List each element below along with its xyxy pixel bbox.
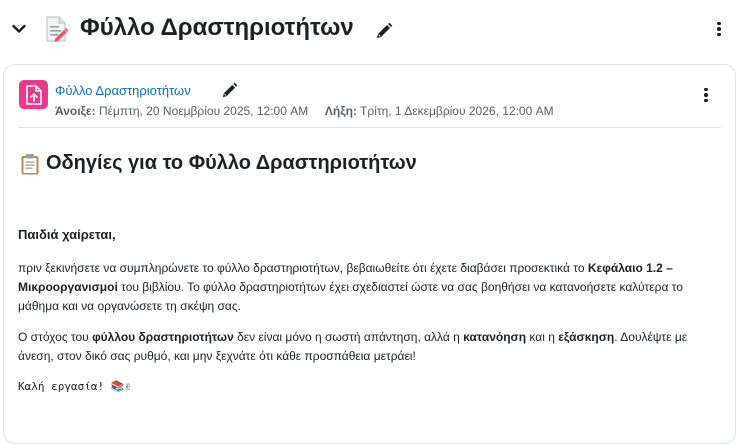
chevron-down-icon [12, 24, 26, 33]
bold-run: εξάσκηση [558, 330, 615, 344]
section-title: Φύλλο Δραστηριοτήτων [80, 14, 354, 41]
text-run: πριν ξεκινήσετε να συμπληρώνετε το φύλλο… [18, 261, 588, 275]
divider [18, 127, 721, 128]
clipboard-icon [21, 153, 39, 174]
kebab-icon [717, 21, 721, 37]
bold-run: κατανόηση [463, 330, 527, 344]
text-run: δεν είναι μόνο η σωστή απάντηση, αλλά η [233, 330, 464, 344]
section-menu-button[interactable] [710, 18, 728, 40]
activity-dates: Άνοιξε: Πέμπτη, 20 Νοεμβρίου 2025, 12:00… [55, 104, 554, 118]
collapse-button[interactable] [8, 18, 30, 40]
activity-menu-button[interactable] [697, 85, 715, 105]
activity-icon [19, 80, 48, 109]
text-run: Ο στόχος του [18, 330, 93, 344]
section-header: Φύλλο Δραστηριοτήτων [0, 0, 738, 60]
paragraph-2: Ο στόχος του φύλλου δραστηριοτήτων δεν ε… [18, 328, 718, 366]
bold-run: φύλλου δραστηριοτήτων [92, 330, 234, 344]
content-heading: Οδηγίες για το Φύλλο Δραστηριοτήτων [20, 152, 417, 175]
content-title: Οδηγίες για το Φύλλο Δραστηριοτήτων [46, 152, 417, 174]
pencil-icon[interactable] [221, 82, 238, 99]
upload-document-icon [25, 84, 42, 105]
signoff: Καλή εργασία! 📚✌ [18, 380, 132, 393]
due-label: Λήξη: [324, 104, 357, 118]
document-icon [46, 16, 68, 42]
text-run: και η [526, 330, 559, 344]
due-value: Τρίτη, 1 Δεκεμβρίου 2026, 12:00 AM [360, 104, 554, 118]
text-run: του βιβλίου. Το φύλλο δραστηριοτήτων έχε… [18, 280, 683, 313]
paragraph-1: πριν ξεκινήσετε να συμπληρώνετε το φύλλο… [18, 259, 718, 316]
activity-link[interactable]: Φύλλο Δραστηριοτήτων [55, 83, 191, 98]
kebab-icon [704, 87, 708, 103]
pencil-icon[interactable] [375, 22, 393, 40]
opens-label: Άνοιξε: [55, 104, 96, 118]
opens-value: Πέμπτη, 20 Νοεμβρίου 2025, 12:00 AM [98, 104, 309, 118]
greeting: Παιδιά χαίρεται, [18, 227, 116, 242]
